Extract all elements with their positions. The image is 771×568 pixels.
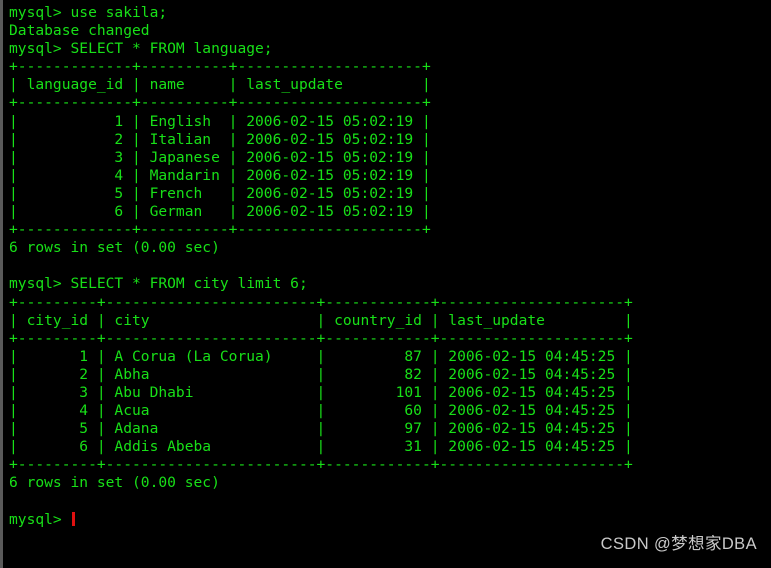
city-table-separator: +---------+------------------------+----… — [9, 293, 633, 311]
active-prompt: mysql> — [9, 511, 633, 529]
language-table-row: | 2 | Italian | 2006-02-15 05:02:19 | — [9, 130, 431, 148]
command-use-sakila: mysql> use sakila; — [9, 4, 168, 21]
city-table-header: | city_id | city | country_id | last_upd… — [9, 311, 633, 329]
language-table-row: | 6 | German | 2006-02-15 05:02:19 | — [9, 203, 431, 221]
language-table-separator: +-------------+----------+--------------… — [9, 94, 431, 112]
language-table-separator: +-------------+----------+--------------… — [9, 221, 431, 239]
city-table-separator: +---------+------------------------+----… — [9, 329, 633, 347]
city-table-row: | 6 | Addis Abeba | 31 | 2006-02-15 04:4… — [9, 438, 633, 456]
terminal-window[interactable]: mysql> use sakila; Database changed mysql>… — [0, 0, 771, 568]
language-table-row: | 1 | English | 2006-02-15 05:02:19 | — [9, 112, 431, 130]
text-cursor — [71, 511, 75, 526]
language-table-separator: +-------------+----------+--------------… — [9, 58, 431, 76]
language-table-row: | 4 | Mandarin | 2006-02-15 05:02:19 | — [9, 166, 431, 184]
city-table-row: | 3 | Abu Dhabi | 101 | 2006-02-15 04:45… — [9, 383, 633, 401]
command-select-language: mysql> SELECT * FROM language; — [9, 40, 273, 58]
status-city-rows: 6 rows in set (0.00 sec) — [9, 474, 220, 492]
watermark-text: CSDN @梦想家DBA — [600, 535, 757, 553]
output-database-changed: Database changed — [9, 22, 150, 40]
terminal-screen[interactable]: mysql> use sakila; Database changed mysql>… — [9, 4, 633, 529]
language-table-header: | language_id | name | last_update | — [9, 76, 431, 94]
command-select-city: mysql> SELECT * FROM city limit 6; — [9, 275, 308, 293]
city-table-row: | 2 | Abha | 82 | 2006-02-15 04:45:25 | — [9, 365, 633, 383]
city-table-row: | 1 | A Corua (La Corua) | 87 | 2006-02-… — [9, 347, 633, 365]
language-table-row: | 3 | Japanese | 2006-02-15 05:02:19 | — [9, 148, 431, 166]
city-table-row: | 5 | Adana | 97 | 2006-02-15 04:45:25 | — [9, 420, 633, 438]
city-table-separator: +---------+------------------------+----… — [9, 456, 633, 474]
language-table-row: | 5 | French | 2006-02-15 05:02:19 | — [9, 184, 431, 202]
status-language-rows: 6 rows in set (0.00 sec) — [9, 239, 220, 257]
city-table-row: | 4 | Acua | 60 | 2006-02-15 04:45:25 | — [9, 402, 633, 420]
